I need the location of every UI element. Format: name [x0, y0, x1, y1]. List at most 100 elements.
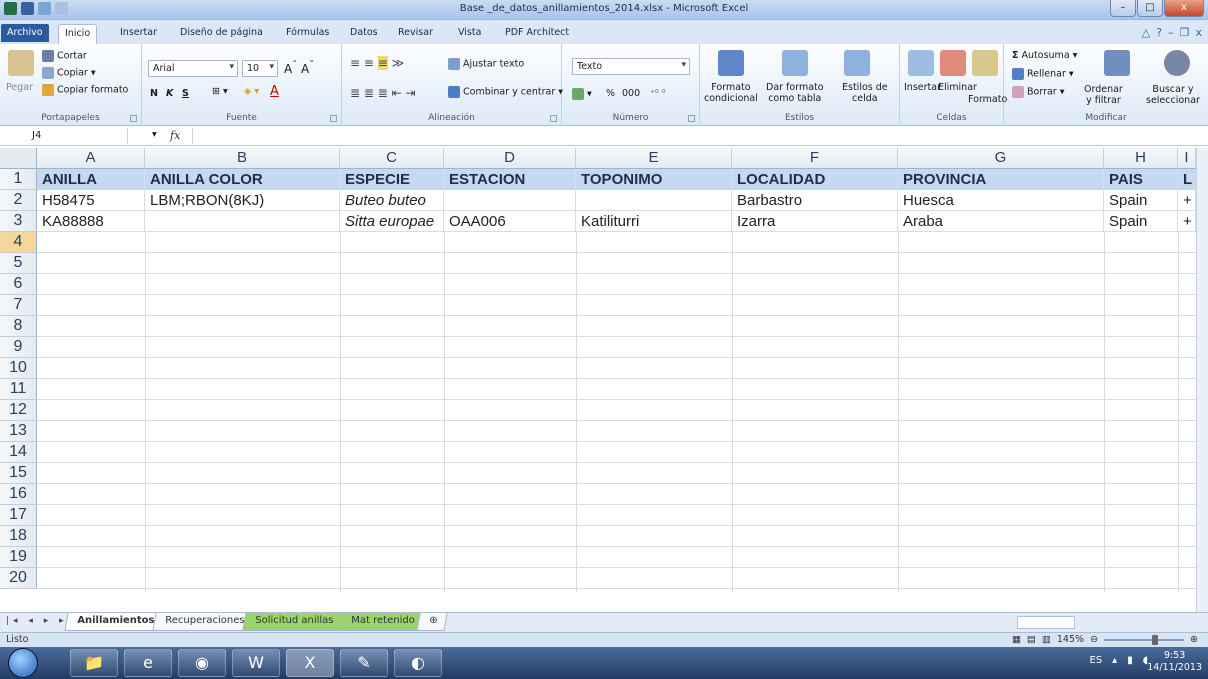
row-header[interactable]: 9 — [0, 337, 37, 358]
page-break-view-icon[interactable]: ▥ — [1042, 634, 1051, 645]
binoculars-icon[interactable] — [1164, 50, 1190, 76]
column-header-a[interactable]: A — [37, 148, 145, 169]
start-button[interactable] — [8, 648, 38, 678]
cell-g1[interactable]: PROVINCIA — [898, 169, 1104, 190]
cell-styles-button[interactable]: Estilos de celda — [842, 82, 888, 104]
row-header[interactable]: 19 — [0, 547, 37, 568]
cell-c3[interactable]: Sitta europae — [340, 211, 444, 232]
table-row[interactable] — [37, 274, 1208, 295]
cell-f3[interactable]: Izarra — [732, 211, 898, 232]
function-icon[interactable]: fx — [170, 129, 180, 142]
decimal-icons[interactable]: ⁺⁰ ⁰ — [650, 88, 666, 99]
row-header[interactable]: 20 — [0, 568, 37, 589]
page-layout-view-icon[interactable]: ▤ — [1027, 634, 1036, 645]
minimize-ribbon-icon[interactable]: △ — [1142, 26, 1150, 39]
font-name-dropdown[interactable]: Arial — [148, 60, 238, 77]
find-select-button[interactable]: Buscar y seleccionar — [1146, 84, 1200, 106]
formula-input[interactable] — [192, 128, 1198, 144]
row-header[interactable]: 2 — [0, 190, 37, 211]
normal-view-icon[interactable]: ▦ — [1012, 634, 1021, 645]
cell-i1[interactable]: L — [1178, 169, 1196, 190]
language-indicator[interactable]: ES — [1090, 655, 1103, 666]
name-box-dropdown-icon[interactable]: ▾ — [152, 129, 157, 140]
minimize-button[interactable]: – — [1110, 0, 1136, 17]
cell-e2[interactable] — [576, 190, 732, 211]
table-row[interactable] — [37, 379, 1208, 400]
table-row[interactable] — [37, 568, 1208, 589]
row-header[interactable]: 7 — [0, 295, 37, 316]
row-header[interactable]: 10 — [0, 358, 37, 379]
column-header-g[interactable]: G — [898, 148, 1104, 169]
tab-view[interactable]: Vista — [452, 24, 487, 44]
tab-pdf-architect[interactable]: PDF Architect — [499, 24, 575, 44]
cell-h2[interactable]: Spain — [1104, 190, 1178, 211]
format-cells-icon[interactable] — [972, 50, 998, 76]
align-top-icons[interactable]: ≡ ≡ ≡ ≫ — [350, 56, 404, 70]
table-row[interactable] — [37, 232, 1208, 253]
paste-button[interactable]: Pegar — [6, 82, 33, 93]
delete-cells-icon[interactable] — [940, 50, 966, 76]
conditional-format-button[interactable]: Formato condicional — [704, 82, 758, 104]
font-size-dropdown[interactable]: 10 — [242, 60, 278, 77]
cell-f1[interactable]: LOCALIDAD — [732, 169, 898, 190]
cell-c2[interactable]: Buteo buteo — [340, 190, 444, 211]
table-row[interactable] — [37, 484, 1208, 505]
cell-b3[interactable] — [145, 211, 340, 232]
wrap-text-button[interactable]: Ajustar texto — [448, 58, 524, 70]
network-icon[interactable]: ▮ — [1127, 655, 1133, 666]
grow-font-icon[interactable]: Aˆ Aˇ — [284, 60, 314, 76]
zoom-in-icon[interactable]: ⊕ — [1190, 634, 1198, 645]
firefox-icon[interactable]: ◉ — [178, 649, 226, 677]
percent-button[interactable]: % — [606, 88, 615, 99]
sheet-tab-anillamientos[interactable]: Anillamientos — [64, 613, 167, 631]
table-row[interactable] — [37, 253, 1208, 274]
align-horizontal-icons[interactable]: ≣ ≣ ≣ ⇤ ⇥ — [350, 86, 416, 100]
tab-formulas[interactable]: Fórmulas — [280, 24, 335, 44]
cell-styles-icon[interactable] — [844, 50, 870, 76]
cell-d2[interactable] — [444, 190, 576, 211]
table-row[interactable] — [37, 442, 1208, 463]
column-header-h[interactable]: H — [1104, 148, 1178, 169]
cell-c1[interactable]: ESPECIE — [340, 169, 444, 190]
sort-filter-icon[interactable] — [1104, 50, 1130, 76]
merge-center-button[interactable]: Combinar y centrar ▾ — [448, 86, 563, 98]
clipboard-launcher[interactable] — [130, 115, 137, 122]
cell-g2[interactable]: Huesca — [898, 190, 1104, 211]
column-header-i[interactable]: I — [1178, 148, 1196, 169]
cell-d3[interactable]: OAA006 — [444, 211, 576, 232]
cell-e3[interactable]: Katiliturri — [576, 211, 732, 232]
close-button[interactable]: x — [1164, 0, 1204, 17]
table-row[interactable] — [37, 358, 1208, 379]
tab-insert[interactable]: Insertar — [114, 24, 163, 44]
cell-e1[interactable]: TOPONIMO — [576, 169, 732, 190]
cell-h1[interactable]: PAIS — [1104, 169, 1178, 190]
horizontal-scrollbar[interactable] — [1017, 616, 1075, 629]
row-header[interactable]: 16 — [0, 484, 37, 505]
insert-cells-icon[interactable] — [908, 50, 934, 76]
font-color-icon[interactable]: A — [270, 84, 279, 99]
tab-page-layout[interactable]: Diseño de página — [174, 24, 269, 44]
table-row[interactable] — [37, 526, 1208, 547]
format-as-table-button[interactable]: Dar formato como tabla — [766, 82, 824, 104]
table-row[interactable] — [37, 463, 1208, 484]
row-header[interactable]: 11 — [0, 379, 37, 400]
conditional-format-icon[interactable] — [718, 50, 744, 76]
row-header[interactable]: 18 — [0, 526, 37, 547]
cell-b1[interactable]: ANILLA COLOR — [145, 169, 340, 190]
cell-i2[interactable]: + — [1178, 190, 1196, 211]
paste-icon[interactable] — [8, 50, 34, 76]
delete-button[interactable]: Eliminar — [938, 82, 977, 93]
sort-filter-button[interactable]: Ordenar y filtrar — [1084, 84, 1123, 106]
globe-app-icon[interactable]: ◐ — [394, 649, 442, 677]
select-all-corner[interactable] — [0, 148, 37, 169]
doc-restore-icon[interactable]: ❐ — [1180, 26, 1190, 39]
internet-explorer-icon[interactable]: e — [124, 649, 172, 677]
help-icon[interactable]: ? — [1156, 26, 1162, 39]
thousands-button[interactable]: 000 — [622, 88, 640, 99]
zoom-level[interactable]: 145% — [1057, 634, 1084, 645]
cell-b2[interactable]: LBM;RBON(8KJ) — [145, 190, 340, 211]
clear-button[interactable]: Borrar ▾ — [1012, 86, 1065, 98]
tab-file[interactable]: Archivo — [1, 24, 49, 42]
column-header-f[interactable]: F — [732, 148, 898, 169]
row-header[interactable]: 1 — [0, 169, 37, 190]
